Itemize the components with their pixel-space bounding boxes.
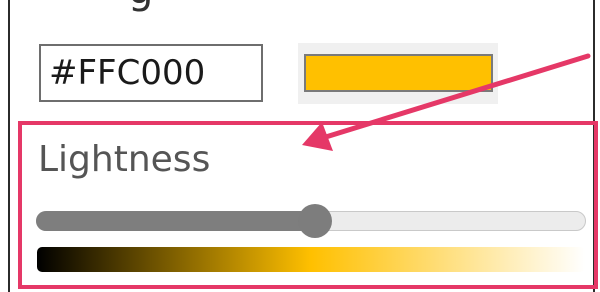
hex-color-input[interactable] — [39, 44, 263, 102]
lightness-slider[interactable] — [36, 196, 586, 248]
lightness-gradient-bar — [37, 247, 585, 272]
slider-fill — [36, 211, 315, 231]
clipped-heading: g — [128, 0, 153, 10]
slider-thumb[interactable] — [297, 204, 332, 238]
lightness-label: Lightness — [38, 139, 211, 180]
color-swatch-button[interactable] — [298, 43, 498, 104]
color-swatch — [304, 54, 493, 92]
